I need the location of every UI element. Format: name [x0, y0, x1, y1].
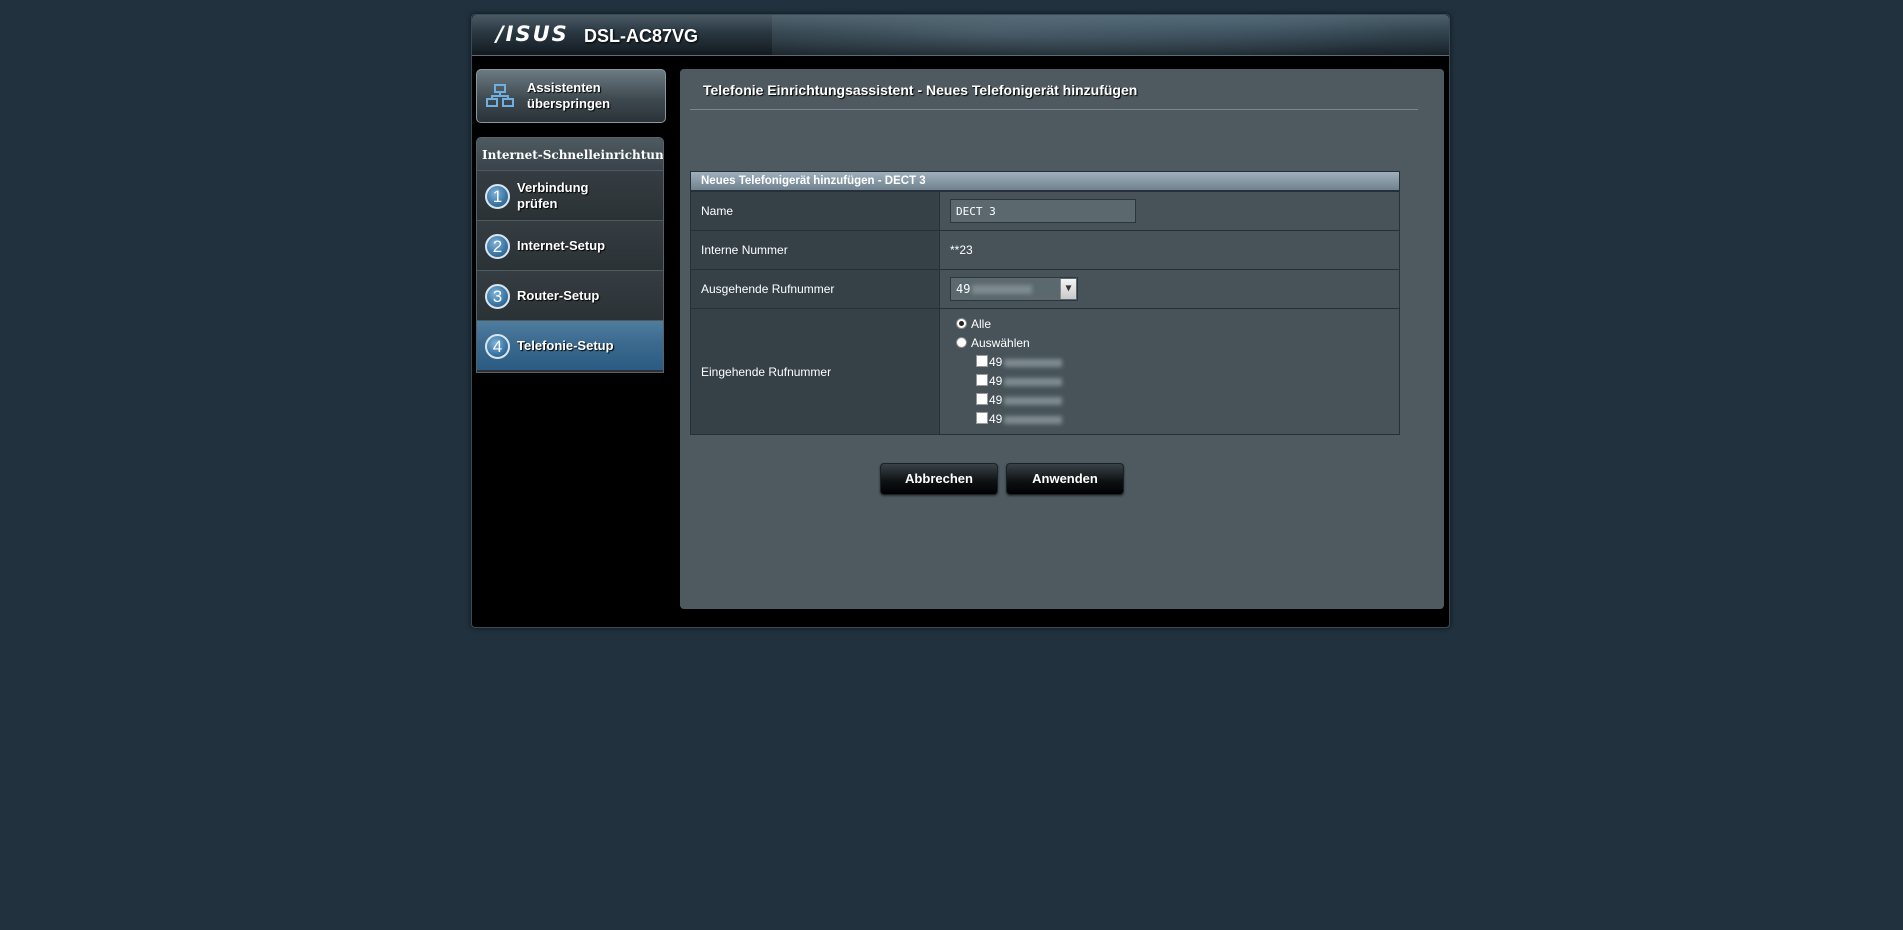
incoming-number-item[interactable]: 49 [956, 391, 1063, 410]
redacted-number [972, 285, 1033, 294]
internal-number-label: Interne Nummer [691, 231, 940, 269]
redacted-number [1004, 396, 1063, 405]
device-form: Neues Telefonigerät hinzufügen - DECT 3 … [690, 171, 1400, 435]
incoming-number: 49 [989, 393, 1003, 407]
name-label: Name [691, 192, 940, 230]
step-4-icon: 4 [485, 334, 510, 359]
internal-number-value: **23 [940, 231, 1399, 269]
form-row-name: Name [691, 191, 1399, 230]
incoming-number: 49 [989, 412, 1003, 426]
apply-button[interactable]: Anwenden [1006, 463, 1124, 495]
page-title: Telefonie Einrichtungsassistent - Neues … [703, 82, 1138, 98]
name-field[interactable] [950, 199, 1136, 223]
router-frame: /ISUS DSL-AC87VG Assistenten überspringe… [471, 14, 1450, 628]
incoming-all-option[interactable]: Alle [956, 315, 1062, 334]
radio-all[interactable] [956, 318, 967, 329]
number-checkbox[interactable] [976, 374, 988, 386]
banner-divider [472, 55, 1449, 56]
incoming-select-label: Auswählen [971, 336, 1030, 350]
model-name: DSL-AC87VG [584, 26, 699, 46]
skip-wizard-label: Assistenten überspringen [527, 80, 611, 111]
outgoing-number-select[interactable]: 49 ▼ [950, 277, 1078, 301]
step-telephony-setup[interactable]: 4 Telefonie-Setup [477, 320, 663, 370]
incoming-number: 49 [989, 355, 1003, 369]
incoming-number: 49 [989, 374, 1003, 388]
step-1-icon: 1 [485, 184, 510, 209]
network-icon [486, 84, 514, 107]
redacted-number [1004, 377, 1063, 386]
number-checkbox[interactable] [976, 355, 988, 367]
wizard-title: Internet-Schnelleinrichtung [477, 138, 663, 170]
asus-logo: /ISUS [496, 22, 569, 46]
incoming-number-item[interactable]: 49 [956, 410, 1063, 429]
incoming-number-item[interactable]: 49 [956, 372, 1063, 391]
chevron-down-icon[interactable]: ▼ [1060, 279, 1076, 299]
outgoing-number-label: Ausgehende Rufnummer [691, 270, 940, 308]
step-3-icon: 3 [485, 284, 510, 309]
step-label: Internet-Setup [517, 238, 606, 253]
form-row-outgoing: Ausgehende Rufnummer 49 ▼ [691, 269, 1399, 308]
incoming-number-item[interactable]: 49 [956, 353, 1063, 372]
incoming-all-label: Alle [971, 317, 992, 331]
main-panel: Telefonie Einrichtungsassistent - Neues … [680, 69, 1444, 609]
cancel-button[interactable]: Abbrechen [880, 463, 998, 495]
skip-wizard-button[interactable]: Assistenten überspringen [476, 69, 666, 123]
incoming-number-label: Eingehende Rufnummer [691, 309, 940, 434]
redacted-number [1004, 358, 1063, 367]
wizard-steps: Internet-Schnelleinrichtung 1 Verbindung… [476, 137, 664, 373]
step-internet-setup[interactable]: 2 Internet-Setup [477, 220, 663, 270]
radio-select[interactable] [956, 337, 967, 348]
redacted-number [1004, 415, 1063, 424]
step-router-setup[interactable]: 3 Router-Setup [477, 270, 663, 320]
header-banner: /ISUS DSL-AC87VG [472, 15, 1449, 55]
step-2-icon: 2 [485, 234, 510, 259]
outgoing-number-value: 49 [956, 282, 971, 296]
step-label: Verbindung prüfen [517, 180, 589, 211]
step-label: Router-Setup [517, 288, 600, 303]
form-row-internal: Interne Nummer **23 [691, 230, 1399, 269]
step-label: Telefonie-Setup [517, 338, 614, 353]
form-title: Neues Telefonigerät hinzufügen - DECT 3 [691, 172, 1399, 191]
title-divider [690, 109, 1418, 110]
incoming-select-option[interactable]: Auswählen [956, 334, 1062, 353]
form-row-incoming: Eingehende Rufnummer Alle Auswählen 49 4… [691, 308, 1399, 434]
number-checkbox[interactable] [976, 393, 988, 405]
number-checkbox[interactable] [976, 412, 988, 424]
step-check-connection[interactable]: 1 Verbindung prüfen [477, 170, 663, 220]
